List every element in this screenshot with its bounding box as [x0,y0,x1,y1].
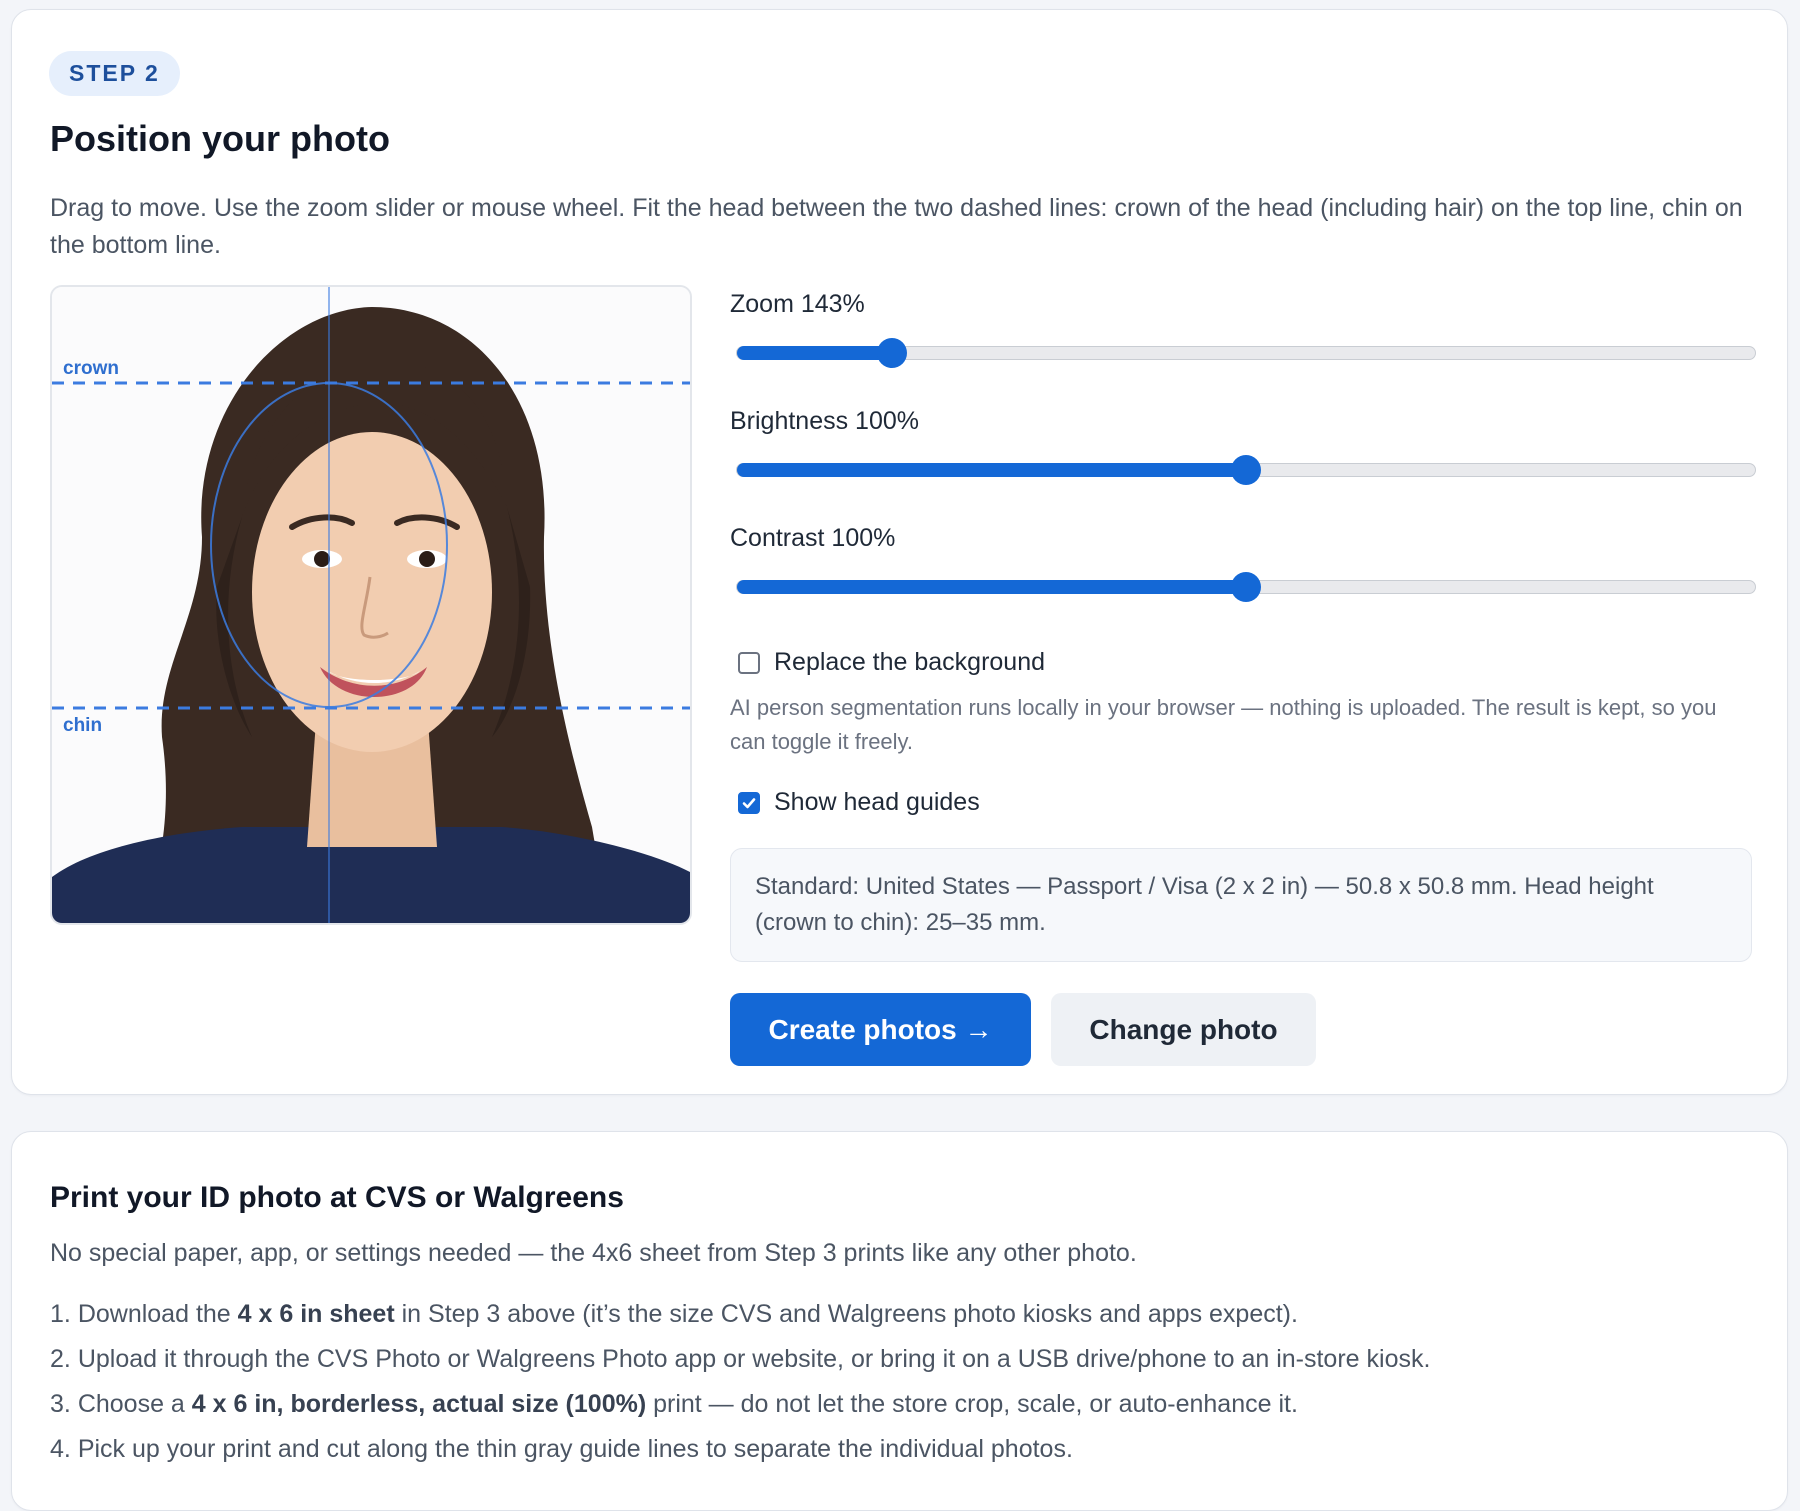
print-instructions-card: Print your ID photo at CVS or Walgreens … [11,1131,1788,1511]
crown-guide-label: crown [63,358,119,379]
replace-background-label[interactable]: Replace the background [774,648,1045,677]
contrast-slider[interactable] [736,572,1756,602]
brightness-slider[interactable] [736,455,1756,485]
contrast-label: Contrast 100% [730,524,896,552]
page-title: Position your photo [50,118,390,159]
zoom-slider[interactable] [736,338,1756,368]
replace-background-option[interactable]: Replace the background [738,648,1045,677]
standard-info-box: Standard: United States — Passport / Vis… [730,848,1752,962]
brightness-slider-thumb[interactable] [1231,455,1261,485]
step-2-card: STEP 2 Position your photo Drag to move.… [11,9,1788,1095]
list-item: 1. Download the 4 x 6 in sheet in Step 3… [50,1300,1298,1328]
zoom-slider-thumb[interactable] [876,338,907,368]
chin-guide-label: chin [63,715,102,736]
show-guides-checkbox[interactable] [738,791,760,814]
list-item: 4. Pick up your print and cut along the … [50,1435,1073,1463]
zoom-label: Zoom 143% [730,290,865,318]
show-guides-label[interactable]: Show head guides [774,788,980,817]
create-photos-button[interactable]: Create photos → [730,993,1031,1066]
brightness-slider-fill [737,463,1246,477]
zoom-slider-fill [737,346,892,360]
list-item: 2. Upload it through the CVS Photo or Wa… [50,1345,1431,1373]
portrait-photo[interactable]: crown chin [52,287,690,923]
instructions-text: Drag to move. Use the zoom slider or mou… [50,194,1743,259]
checkmark-icon [742,797,756,808]
change-photo-button[interactable]: Change photo [1051,993,1316,1066]
print-section-intro: No special paper, app, or settings neede… [50,1239,1137,1267]
step-badge: STEP 2 [49,51,180,96]
photo-editor-canvas[interactable]: crown chin [50,285,692,925]
brightness-label: Brightness 100% [730,407,920,435]
segmentation-note: AI person segmentation runs locally in y… [730,695,1717,754]
show-guides-option[interactable]: Show head guides [738,788,980,817]
replace-background-checkbox[interactable] [738,651,760,674]
contrast-slider-fill [737,580,1246,594]
print-section-title: Print your ID photo at CVS or Walgreens [50,1181,624,1214]
contrast-slider-thumb[interactable] [1231,572,1261,602]
list-item: 3. Choose a 4 x 6 in, borderless, actual… [50,1390,1298,1418]
print-steps-list: 1. Download the 4 x 6 in sheet in Step 3… [50,1292,1430,1472]
